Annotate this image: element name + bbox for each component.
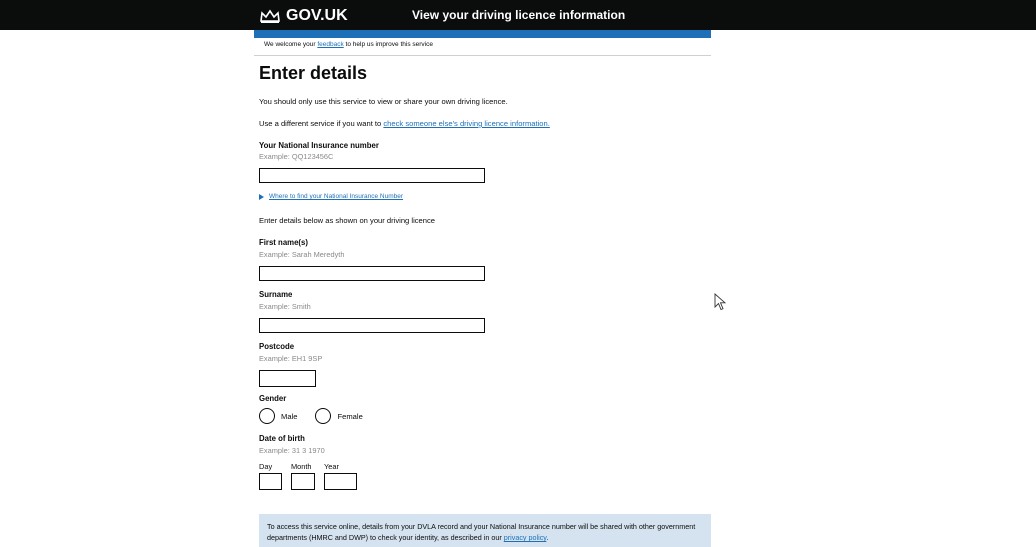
dob-year-input[interactable] (324, 473, 357, 490)
header-accent-bar (254, 30, 711, 38)
first-name-input[interactable] (259, 266, 485, 281)
dob-day-input[interactable] (259, 473, 282, 490)
mouse-pointer-icon (714, 293, 726, 311)
header-bar: GOV.UK View your driving licence informa… (0, 0, 1036, 30)
gender-radios: Male Female (259, 408, 381, 424)
service-name-link[interactable]: View your driving licence information (412, 8, 625, 22)
ni-help-details[interactable]: Where to find your National Insurance Nu… (259, 193, 403, 200)
dob-hint: Example: 31 3 1970 (259, 446, 325, 455)
postcode-input[interactable] (259, 370, 316, 387)
surname-input[interactable] (259, 318, 485, 333)
gender-male-radio[interactable] (259, 408, 275, 424)
ni-number-input[interactable] (259, 168, 485, 183)
privacy-policy-link[interactable]: privacy policy (504, 533, 547, 542)
postcode-hint: Example: EH1 9SP (259, 354, 323, 363)
gender-female-label[interactable]: Female (337, 412, 362, 421)
triangle-right-icon (259, 193, 264, 200)
dob-month-label: Month (291, 462, 312, 471)
dob-month-input[interactable] (291, 473, 315, 490)
logo-text: GOV.UK (286, 7, 348, 24)
surname-hint: Example: Smith (259, 302, 311, 311)
ni-label: Your National Insurance number (259, 141, 379, 150)
details-intro: Enter details below as shown on your dri… (259, 216, 436, 225)
gender-female-radio[interactable] (315, 408, 332, 424)
dob-label: Date of birth (259, 434, 305, 443)
privacy-notice: To access this service online, details f… (259, 514, 711, 547)
page-title: Enter details (259, 63, 368, 83)
alt-service-text: Use a different service if you want to c… (259, 119, 550, 128)
surname-label: Surname (259, 290, 293, 299)
feedback-prefix: We welcome your (264, 41, 318, 48)
divider (254, 55, 711, 56)
privacy-notice-suffix: . (546, 533, 549, 542)
postcode-label: Postcode (259, 342, 295, 351)
gender-male-label[interactable]: Male (281, 412, 297, 421)
gender-label: Gender (259, 394, 287, 403)
dob-year-label: Year (324, 462, 339, 471)
alt-service-prefix: Use a different service if you want to (259, 119, 384, 128)
ni-hint: Example: QQ123456C (259, 152, 334, 161)
privacy-notice-text: To access this service online, details f… (267, 522, 696, 542)
first-name-label: First name(s) (259, 238, 308, 247)
dob-day-label: Day (259, 462, 273, 471)
first-name-hint: Example: Sarah Meredyth (259, 250, 345, 259)
govuk-logo-link[interactable]: GOV.UK (259, 7, 348, 25)
ni-help-link[interactable]: Where to find your National Insurance Nu… (269, 193, 403, 200)
crown-icon (260, 9, 280, 23)
intro-text: You should only use this service to view… (259, 97, 508, 106)
check-someone-else-link[interactable]: check someone else's driving licence inf… (383, 119, 549, 128)
feedback-banner: We welcome your feedback to help us impr… (264, 41, 433, 48)
feedback-suffix: to help us improve this service (343, 41, 433, 48)
feedback-link[interactable]: feedback (317, 41, 343, 48)
